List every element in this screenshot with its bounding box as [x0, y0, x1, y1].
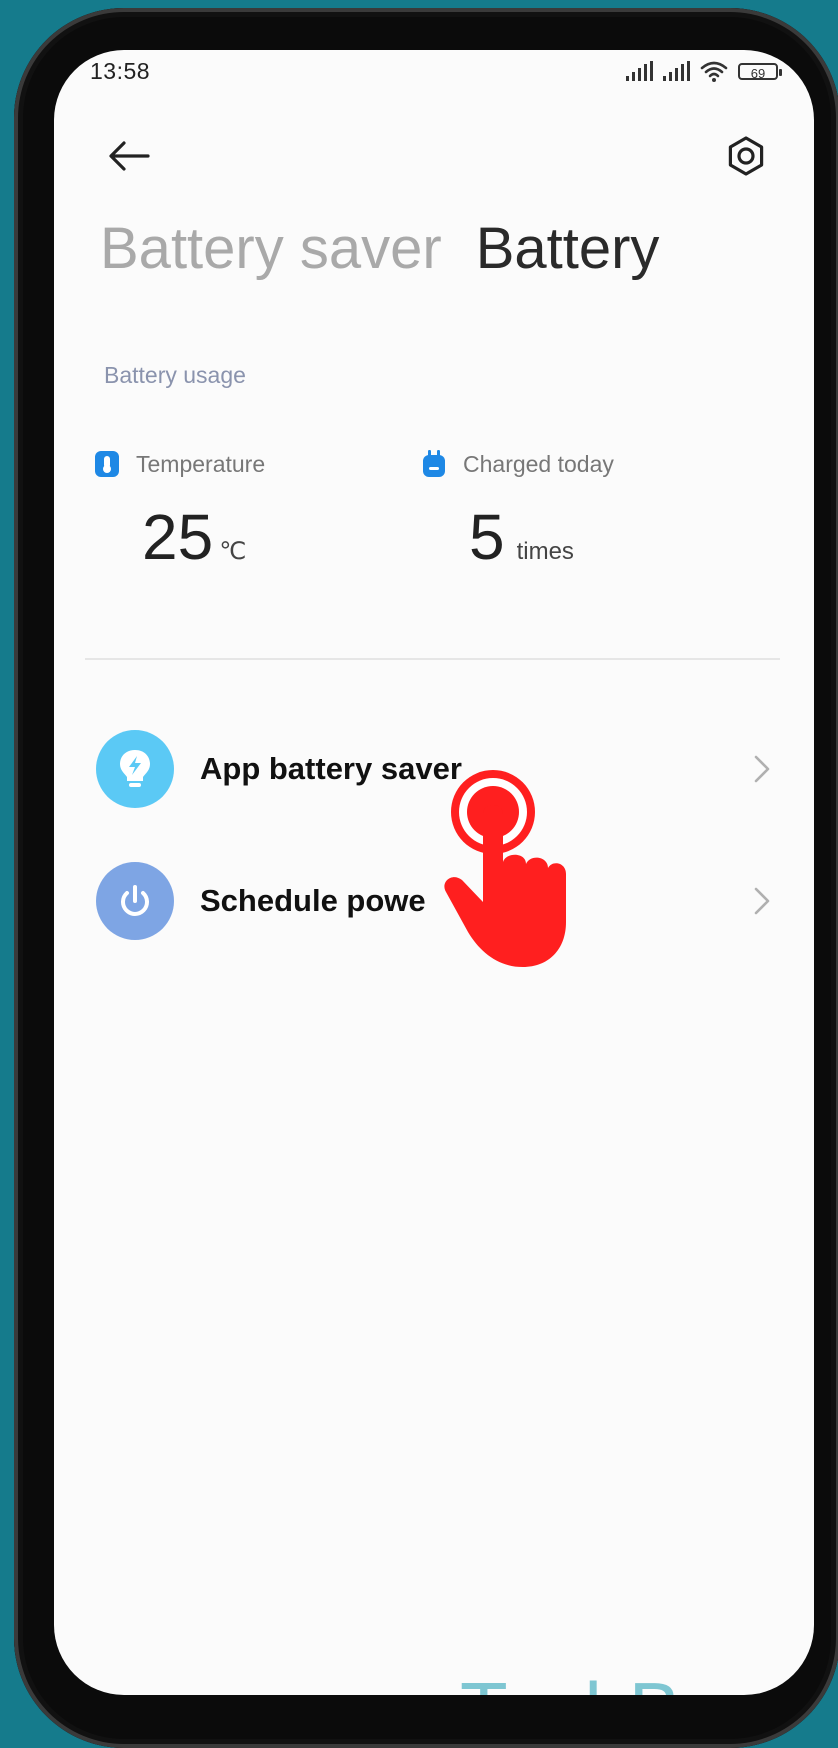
- app-battery-saver-item[interactable]: App battery saver: [96, 724, 776, 814]
- lightbulb-bolt-icon: [96, 730, 174, 808]
- battery-icon: 69: [738, 62, 782, 81]
- temperature-stat: Temperature 25 ℃: [94, 450, 265, 574]
- tap-hand-icon: [444, 770, 566, 967]
- settings-button[interactable]: [718, 128, 774, 184]
- charged-today-unit: times: [516, 538, 574, 565]
- charged-today-label: Charged today: [463, 450, 614, 477]
- power-icon: [96, 862, 174, 940]
- tab-battery[interactable]: Battery: [476, 215, 660, 282]
- thermometer-icon: [95, 451, 119, 477]
- status-icons: 69: [626, 60, 782, 82]
- watermark-logo: TechBone: [460, 1665, 814, 1695]
- chevron-right-icon: [754, 887, 770, 915]
- signal-icon: [626, 61, 653, 81]
- temperature-value: 25: [142, 501, 214, 573]
- section-label-battery-usage: Battery usage: [104, 362, 246, 388]
- chevron-right-icon: [754, 755, 770, 783]
- plug-icon: [423, 450, 445, 477]
- tab-battery-saver[interactable]: Battery saver: [100, 215, 442, 282]
- divider: [85, 658, 780, 660]
- status-time: 13:58: [90, 58, 151, 84]
- charged-today-stat: Charged today 5 times: [421, 450, 614, 574]
- signal-icon-2: [663, 61, 690, 81]
- tab-bar: Battery saver Battery: [100, 215, 659, 282]
- temperature-unit: ℃: [219, 538, 247, 565]
- charged-today-value: 5: [469, 501, 505, 573]
- arrow-left-icon: [109, 141, 150, 171]
- screen: 13:58 69 Battery saver Battery Battery u…: [54, 50, 814, 1695]
- gear-icon: [728, 136, 764, 176]
- wifi-icon: [700, 61, 728, 82]
- schedule-power-item[interactable]: Schedule powe: [96, 856, 776, 946]
- temperature-label: Temperature: [136, 450, 266, 477]
- back-button[interactable]: [102, 128, 158, 184]
